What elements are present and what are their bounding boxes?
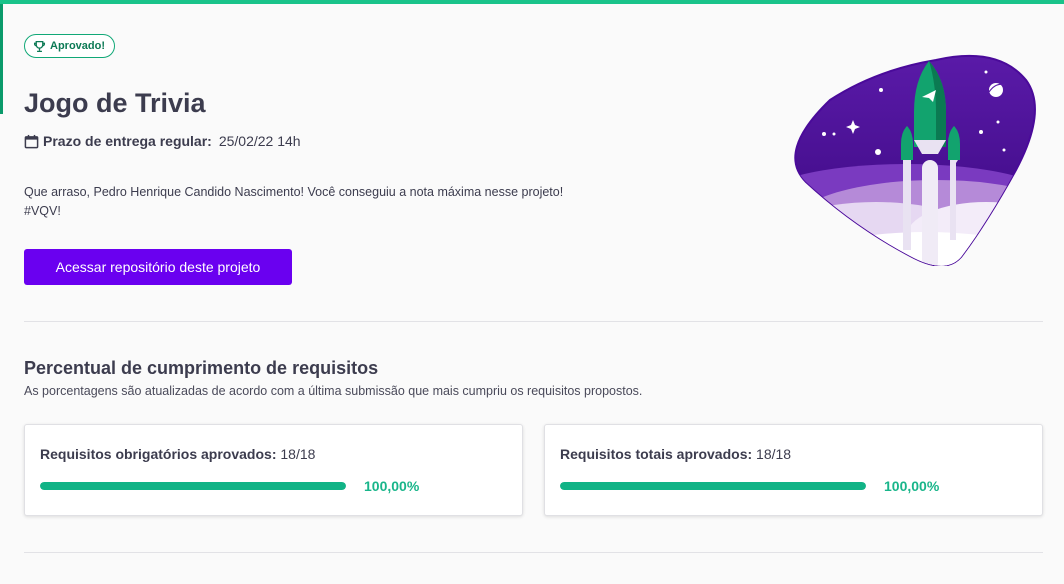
total-requirements-card: Requisitos totais aprovados: 18/18 100,0…: [544, 424, 1043, 516]
calendar-icon: [24, 134, 39, 148]
progress-percent: 100,00%: [364, 478, 420, 494]
deadline-label: Prazo de entrega regular:: [43, 133, 212, 149]
card-title: Requisitos totais aprovados: 18/18: [560, 446, 791, 462]
requirements-subtitle: As porcentagens são atualizadas de acord…: [24, 384, 643, 398]
deadline-row: Prazo de entrega regular: 25/02/22 14h: [24, 133, 301, 149]
trophy-icon: [33, 40, 46, 52]
divider: [24, 552, 1043, 553]
card-count: 18/18: [756, 446, 792, 462]
divider: [24, 321, 1043, 322]
left-accent-bar: [0, 4, 3, 114]
progress-bar: [40, 482, 346, 490]
rocket-illustration: [794, 54, 1036, 266]
card-title: Requisitos obrigatórios aprovados: 18/18: [40, 446, 315, 462]
access-repository-button[interactable]: Acessar repositório deste projeto: [24, 249, 292, 285]
progress-percent: 100,00%: [884, 478, 940, 494]
page-title: Jogo de Trivia: [24, 88, 206, 118]
mandatory-requirements-card: Requisitos obrigatórios aprovados: 18/18…: [24, 424, 523, 516]
progress-bar: [560, 482, 866, 490]
card-label: Requisitos obrigatórios aprovados:: [40, 446, 277, 462]
status-badge: Aprovado!: [24, 34, 115, 58]
requirements-title: Percentual de cumprimento de requisitos: [24, 358, 379, 378]
card-count: 18/18: [280, 446, 316, 462]
top-accent-bar: [0, 0, 1064, 4]
success-message-text: Que arraso, Pedro Henrique Candido Nasci…: [24, 185, 564, 199]
success-message-tag: #VQV!: [24, 204, 61, 218]
card-label: Requisitos totais aprovados:: [560, 446, 753, 462]
deadline-value: 25/02/22 14h: [218, 133, 301, 149]
success-message: Que arraso, Pedro Henrique Candido Nasci…: [24, 183, 624, 221]
progress-fill: [40, 482, 346, 490]
progress-fill: [560, 482, 866, 490]
status-badge-label: Aprovado!: [50, 40, 105, 52]
